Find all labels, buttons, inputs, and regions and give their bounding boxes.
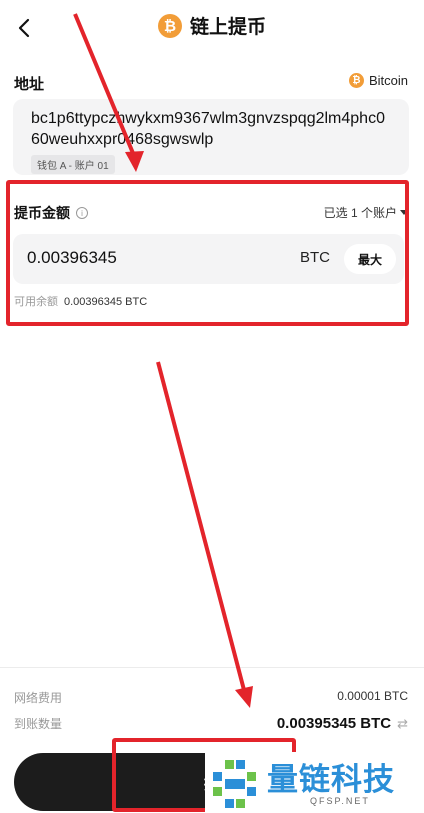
receive-row: 到账数量 0.00395345 BTC ⇄ [14,715,408,732]
watermark: 量链科技 QFSP.NET [205,752,424,813]
address-value: bc1p6ttypczhwykxm9367wlm3gnvzspqg2lm4phc… [31,110,385,148]
divider [0,667,424,668]
watermark-logo-icon [213,760,256,808]
page-title: 链上提币 [189,17,266,38]
network-selector[interactable]: ₿ Bitcoin [348,73,408,88]
swap-icon[interactable]: ⇄ [397,716,408,732]
watermark-text: 量链科技 [267,762,395,798]
fee-row: 网络费用 0.00001 BTC [14,689,408,706]
fee-label: 网络费用 [14,691,63,705]
bitcoin-small-icon: ₿ [348,73,364,88]
network-name: Bitcoin [368,73,408,88]
bitcoin-icon: ₿ [157,13,182,38]
address-field[interactable]: bc1p6ttypczhwykxm9367wlm3gnvzspqg2lm4phc… [13,99,409,175]
title-wrap: ₿ 链上提币 [0,12,424,39]
header: ₿ 链上提币 [0,0,424,56]
arrow-to-submit [156,361,246,691]
receive-right: 0.00395345 BTC ⇄ [277,715,408,732]
highlight-amount-section [6,180,409,326]
fee-value: 0.00001 BTC [337,689,408,703]
receive-label: 到账数量 [14,717,63,731]
wallet-account-tag: 钱包 A - 账户 01 [31,155,115,174]
receive-value: 0.00395345 BTC [276,715,392,732]
watermark-sub: QFSP.NET [310,796,370,806]
address-label: 地址 [14,76,45,93]
